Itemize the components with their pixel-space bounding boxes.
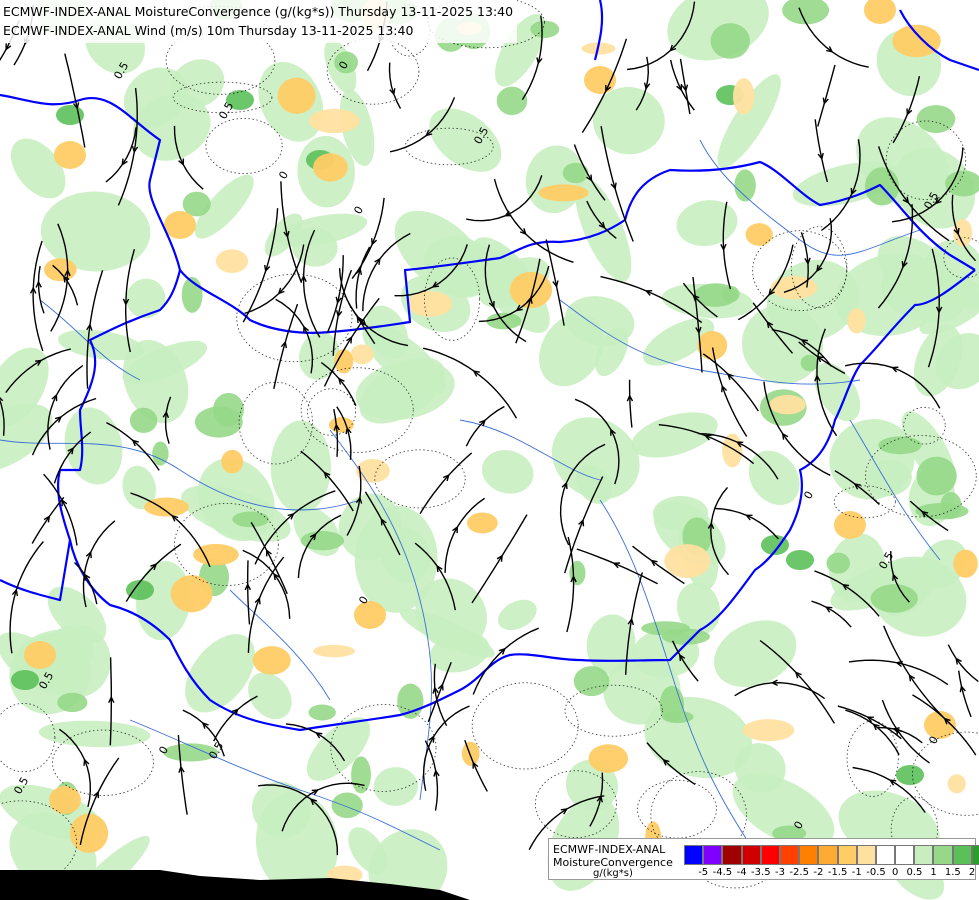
legend-swatch (895, 845, 915, 865)
bottom-dark-region (0, 870, 470, 900)
divergence-area (170, 575, 213, 613)
divergence-area (467, 512, 498, 534)
convergence-area-mid (916, 105, 956, 134)
legend-label: ECMWF-INDEX-ANAL MoistureConvergence (553, 843, 683, 869)
legend-swatch (760, 845, 780, 865)
convergence-area-mid (800, 354, 819, 372)
convergence-area-mid (878, 436, 922, 455)
divergence-area (509, 271, 553, 309)
convergence-area-mid (661, 710, 694, 724)
divergence-area (69, 813, 109, 853)
legend-swatch (875, 845, 896, 865)
convergence-area-mid (940, 491, 962, 519)
legend-swatch (971, 845, 979, 865)
divergence-area-strong (164, 211, 196, 239)
convergence-area-mid (734, 169, 756, 202)
bottom-dark-strip (0, 870, 470, 900)
legend-swatch (703, 845, 723, 865)
divergence-area (309, 108, 360, 134)
divergence-area-strong (834, 511, 866, 539)
map-title: ECMWF-INDEX-ANAL MoistureConvergence (g/… (0, 0, 518, 43)
legend-swatch (952, 845, 972, 865)
legend-swatch (856, 845, 876, 865)
divergence-area-strong (24, 641, 56, 669)
divergence-area (350, 344, 374, 365)
divergence-area (252, 646, 291, 675)
divergence-area (742, 719, 795, 742)
title-moisture-convergence: ECMWF-INDEX-ANAL MoistureConvergence (g/… (3, 4, 514, 19)
convergence-area-mid (397, 683, 424, 719)
divergence-area-strong (54, 141, 86, 169)
convergence-area-mid (916, 456, 957, 496)
divergence-area (313, 153, 348, 182)
divergence-area (947, 774, 966, 794)
convergence-area-strong (786, 550, 814, 570)
divergence-area (953, 549, 978, 578)
legend-swatch (779, 845, 800, 865)
legend-swatch (799, 845, 819, 865)
convergence-area-mid (351, 756, 371, 794)
divergence-area (461, 741, 480, 766)
legend-swatch (933, 845, 953, 865)
divergence-area (892, 24, 941, 58)
divergence-area (745, 223, 773, 246)
divergence-area-strong (49, 786, 81, 814)
legend-swatch (722, 845, 742, 865)
divergence-area (221, 449, 244, 474)
divergence-area (769, 395, 806, 415)
convergence-area-mid (870, 584, 918, 613)
divergence-area (722, 433, 743, 468)
legend-swatch (741, 845, 761, 865)
divergence-area (538, 184, 589, 202)
divergence-area (277, 77, 316, 114)
convergence-area-mid (573, 666, 610, 697)
map-layer: 0.5 00.500.50 0.500.500.50 0.5 00.50 (0, 0, 979, 900)
convergence-area-strong (126, 580, 154, 600)
legend-swatch (684, 845, 704, 865)
convergence-area-mid (641, 621, 690, 636)
convergence-area-mid (486, 312, 522, 330)
legend-model-name: ECMWF-INDEX-ANAL (553, 843, 666, 856)
convergence-area-light (270, 420, 331, 514)
divergence-area (328, 417, 354, 433)
convergence-area-mid (331, 792, 363, 819)
divergence-area (144, 497, 189, 517)
convergence-area-mid (232, 511, 270, 528)
map-canvas: 0.5 0 0.5 0 0.5 0 0.5 0 0.5 0 0.5 0 0.5 0 0.5 0 (0, 0, 979, 900)
legend-swatch (914, 845, 934, 865)
divergence-area (44, 258, 77, 282)
convergence-area-mid (826, 552, 850, 574)
divergence-area (664, 544, 711, 579)
divergence-area (215, 249, 249, 274)
convergence-area-mid (308, 704, 336, 721)
divergence-area (847, 308, 866, 334)
title-wind: ECMWF-INDEX-ANAL Wind (m/s) 10m Thursday… (3, 23, 414, 38)
divergence-area (697, 330, 728, 360)
divergence-area-strong (354, 601, 386, 629)
legend-swatch (818, 845, 838, 865)
divergence-area (588, 744, 629, 773)
convergence-area-strong (896, 765, 924, 785)
legend-color-scale (684, 845, 979, 867)
convergence-area-mid (57, 692, 88, 713)
convergence-area-mid (194, 406, 243, 438)
convergence-area-mid (710, 23, 751, 59)
divergence-area (313, 644, 356, 658)
legend-swatch (837, 845, 857, 865)
convergence-area-mid (562, 162, 589, 184)
convergence-area-mid (129, 407, 158, 433)
divergence-area (732, 78, 755, 115)
convergence-area-mid (496, 86, 528, 116)
convergence-area-strong (11, 670, 39, 690)
divergence-area (407, 291, 453, 317)
